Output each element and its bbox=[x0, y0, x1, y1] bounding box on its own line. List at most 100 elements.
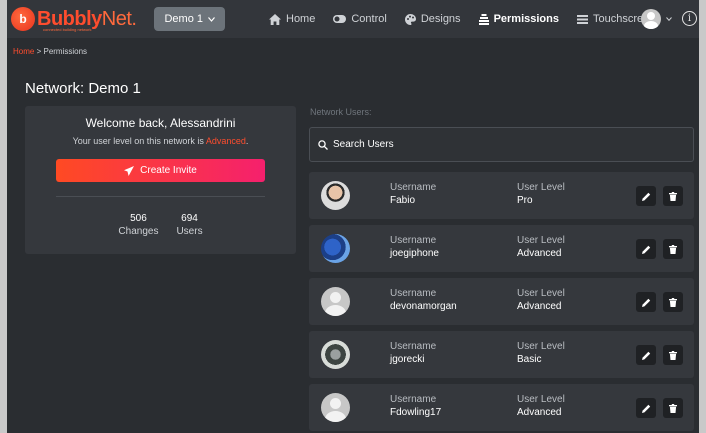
list-item: Username joegiphone User Level Advanced bbox=[309, 225, 694, 272]
user-level-caption: User Level bbox=[517, 394, 565, 405]
edit-user-button[interactable] bbox=[636, 398, 656, 418]
edit-user-button[interactable] bbox=[636, 292, 656, 312]
user-level-caption: User Level bbox=[517, 288, 565, 299]
user-menu[interactable] bbox=[641, 9, 672, 29]
username-value: jgorecki bbox=[390, 354, 425, 365]
username-value: devonamorgan bbox=[390, 301, 457, 312]
stat-changes-value: 506 bbox=[130, 213, 147, 224]
pencil-icon bbox=[641, 298, 650, 307]
nav-control[interactable]: Control bbox=[333, 13, 387, 25]
top-navbar: b BubblyNet. connected building network … bbox=[7, 0, 699, 38]
logo-mark-icon: b bbox=[11, 7, 35, 31]
nav-permissions[interactable]: Permissions bbox=[478, 13, 559, 25]
welcome-card: Welcome back, Alessandrini Your user lev… bbox=[25, 106, 296, 254]
stat-changes: 506 Changes bbox=[118, 213, 158, 237]
chevron-down-icon bbox=[208, 16, 215, 22]
create-invite-label: Create Invite bbox=[140, 165, 197, 176]
app-frame: b BubblyNet. connected building network … bbox=[7, 0, 699, 433]
user-level-value: Advanced bbox=[517, 248, 562, 259]
main-nav: Home Control Designs Permissions Touchsc… bbox=[269, 0, 679, 38]
avatar bbox=[321, 393, 350, 422]
create-invite-button[interactable]: Create Invite bbox=[56, 159, 265, 182]
toggle-icon bbox=[333, 15, 347, 23]
nav-designs[interactable]: Designs bbox=[404, 13, 461, 25]
divider bbox=[56, 196, 265, 197]
welcome-greeting: Welcome back, Alessandrini bbox=[85, 116, 236, 130]
delete-user-button[interactable] bbox=[663, 398, 683, 418]
list-item: Username Fdowling17 User Level Advanced bbox=[309, 384, 694, 431]
nav-designs-label: Designs bbox=[420, 13, 461, 25]
user-level-caption: User Level bbox=[517, 235, 565, 246]
stat-users-label: Users bbox=[176, 226, 203, 237]
trash-icon bbox=[669, 350, 677, 360]
user-level-caption: User Level bbox=[517, 182, 565, 193]
brand-logo[interactable]: b BubblyNet. connected building network bbox=[11, 0, 137, 38]
username-value: Fabio bbox=[390, 195, 416, 206]
user-level-caption: User Level bbox=[517, 341, 565, 352]
breadcrumb: Home > Permissions bbox=[13, 47, 87, 56]
network-users-heading: Network Users: bbox=[310, 107, 372, 117]
user-level-value: Pro bbox=[517, 195, 533, 206]
pencil-icon bbox=[641, 351, 650, 360]
edit-user-button[interactable] bbox=[636, 239, 656, 259]
search-icon bbox=[318, 139, 328, 150]
network-select-label: Demo 1 bbox=[164, 13, 203, 25]
home-icon bbox=[269, 13, 281, 25]
search-users-input[interactable]: Search Users bbox=[309, 127, 694, 162]
list-item: Username devonamorgan User Level Advance… bbox=[309, 278, 694, 325]
trash-icon bbox=[669, 191, 677, 201]
avatar bbox=[641, 9, 661, 29]
user-level-suffix: . bbox=[245, 136, 249, 146]
username-value: joegiphone bbox=[390, 248, 439, 259]
page-title: Network: Demo 1 bbox=[25, 80, 141, 97]
username-caption: Username bbox=[390, 394, 437, 405]
nav-home-label: Home bbox=[286, 13, 316, 25]
delete-user-button[interactable] bbox=[663, 239, 683, 259]
trash-icon bbox=[669, 297, 677, 307]
stat-users-value: 694 bbox=[181, 213, 198, 224]
chevron-down-icon bbox=[666, 17, 672, 21]
pencil-icon bbox=[641, 192, 650, 201]
user-level-value: Basic bbox=[517, 354, 542, 365]
trash-icon bbox=[669, 244, 677, 254]
palette-icon bbox=[404, 13, 416, 25]
permissions-icon bbox=[478, 13, 489, 25]
search-placeholder: Search Users bbox=[333, 139, 394, 150]
breadcrumb-home-link[interactable]: Home bbox=[13, 47, 34, 56]
nav-permissions-label: Permissions bbox=[493, 13, 559, 25]
delete-user-button[interactable] bbox=[663, 186, 683, 206]
stat-users: 694 Users bbox=[176, 213, 202, 237]
delete-user-button[interactable] bbox=[663, 345, 683, 365]
user-level-value: Advanced bbox=[517, 301, 562, 312]
username-caption: Username bbox=[390, 235, 437, 246]
brand-suffix: Net. bbox=[101, 7, 137, 30]
avatar bbox=[321, 287, 350, 316]
pencil-icon bbox=[641, 404, 650, 413]
nav-home[interactable]: Home bbox=[269, 13, 315, 25]
info-icon[interactable]: i bbox=[682, 11, 697, 26]
send-icon bbox=[124, 165, 135, 176]
list-item: Username Fabio User Level Pro bbox=[309, 172, 694, 219]
breadcrumb-current: Permissions bbox=[43, 47, 88, 56]
user-level-value: Advanced bbox=[517, 407, 562, 418]
edit-user-button[interactable] bbox=[636, 186, 656, 206]
user-level-line: Your user level on this network is Advan… bbox=[25, 136, 296, 146]
avatar bbox=[321, 181, 350, 210]
touchscreen-icon bbox=[576, 14, 588, 24]
list-item: Username jgorecki User Level Basic bbox=[309, 331, 694, 378]
network-select-button[interactable]: Demo 1 bbox=[154, 7, 225, 31]
nav-control-label: Control bbox=[351, 13, 387, 25]
edit-user-button[interactable] bbox=[636, 345, 656, 365]
stats-row: 506 Changes 694 Users bbox=[25, 213, 296, 237]
stat-changes-label: Changes bbox=[118, 226, 159, 237]
user-level-prefix: Your user level on this network is bbox=[72, 136, 204, 146]
trash-icon bbox=[669, 403, 677, 413]
pencil-icon bbox=[641, 245, 650, 254]
username-caption: Username bbox=[390, 182, 437, 193]
username-caption: Username bbox=[390, 288, 437, 299]
brand-tagline: connected building network bbox=[43, 27, 92, 32]
username-value: Fdowling17 bbox=[390, 407, 442, 418]
avatar bbox=[321, 340, 350, 369]
user-level-value: Advanced bbox=[205, 136, 246, 146]
delete-user-button[interactable] bbox=[663, 292, 683, 312]
